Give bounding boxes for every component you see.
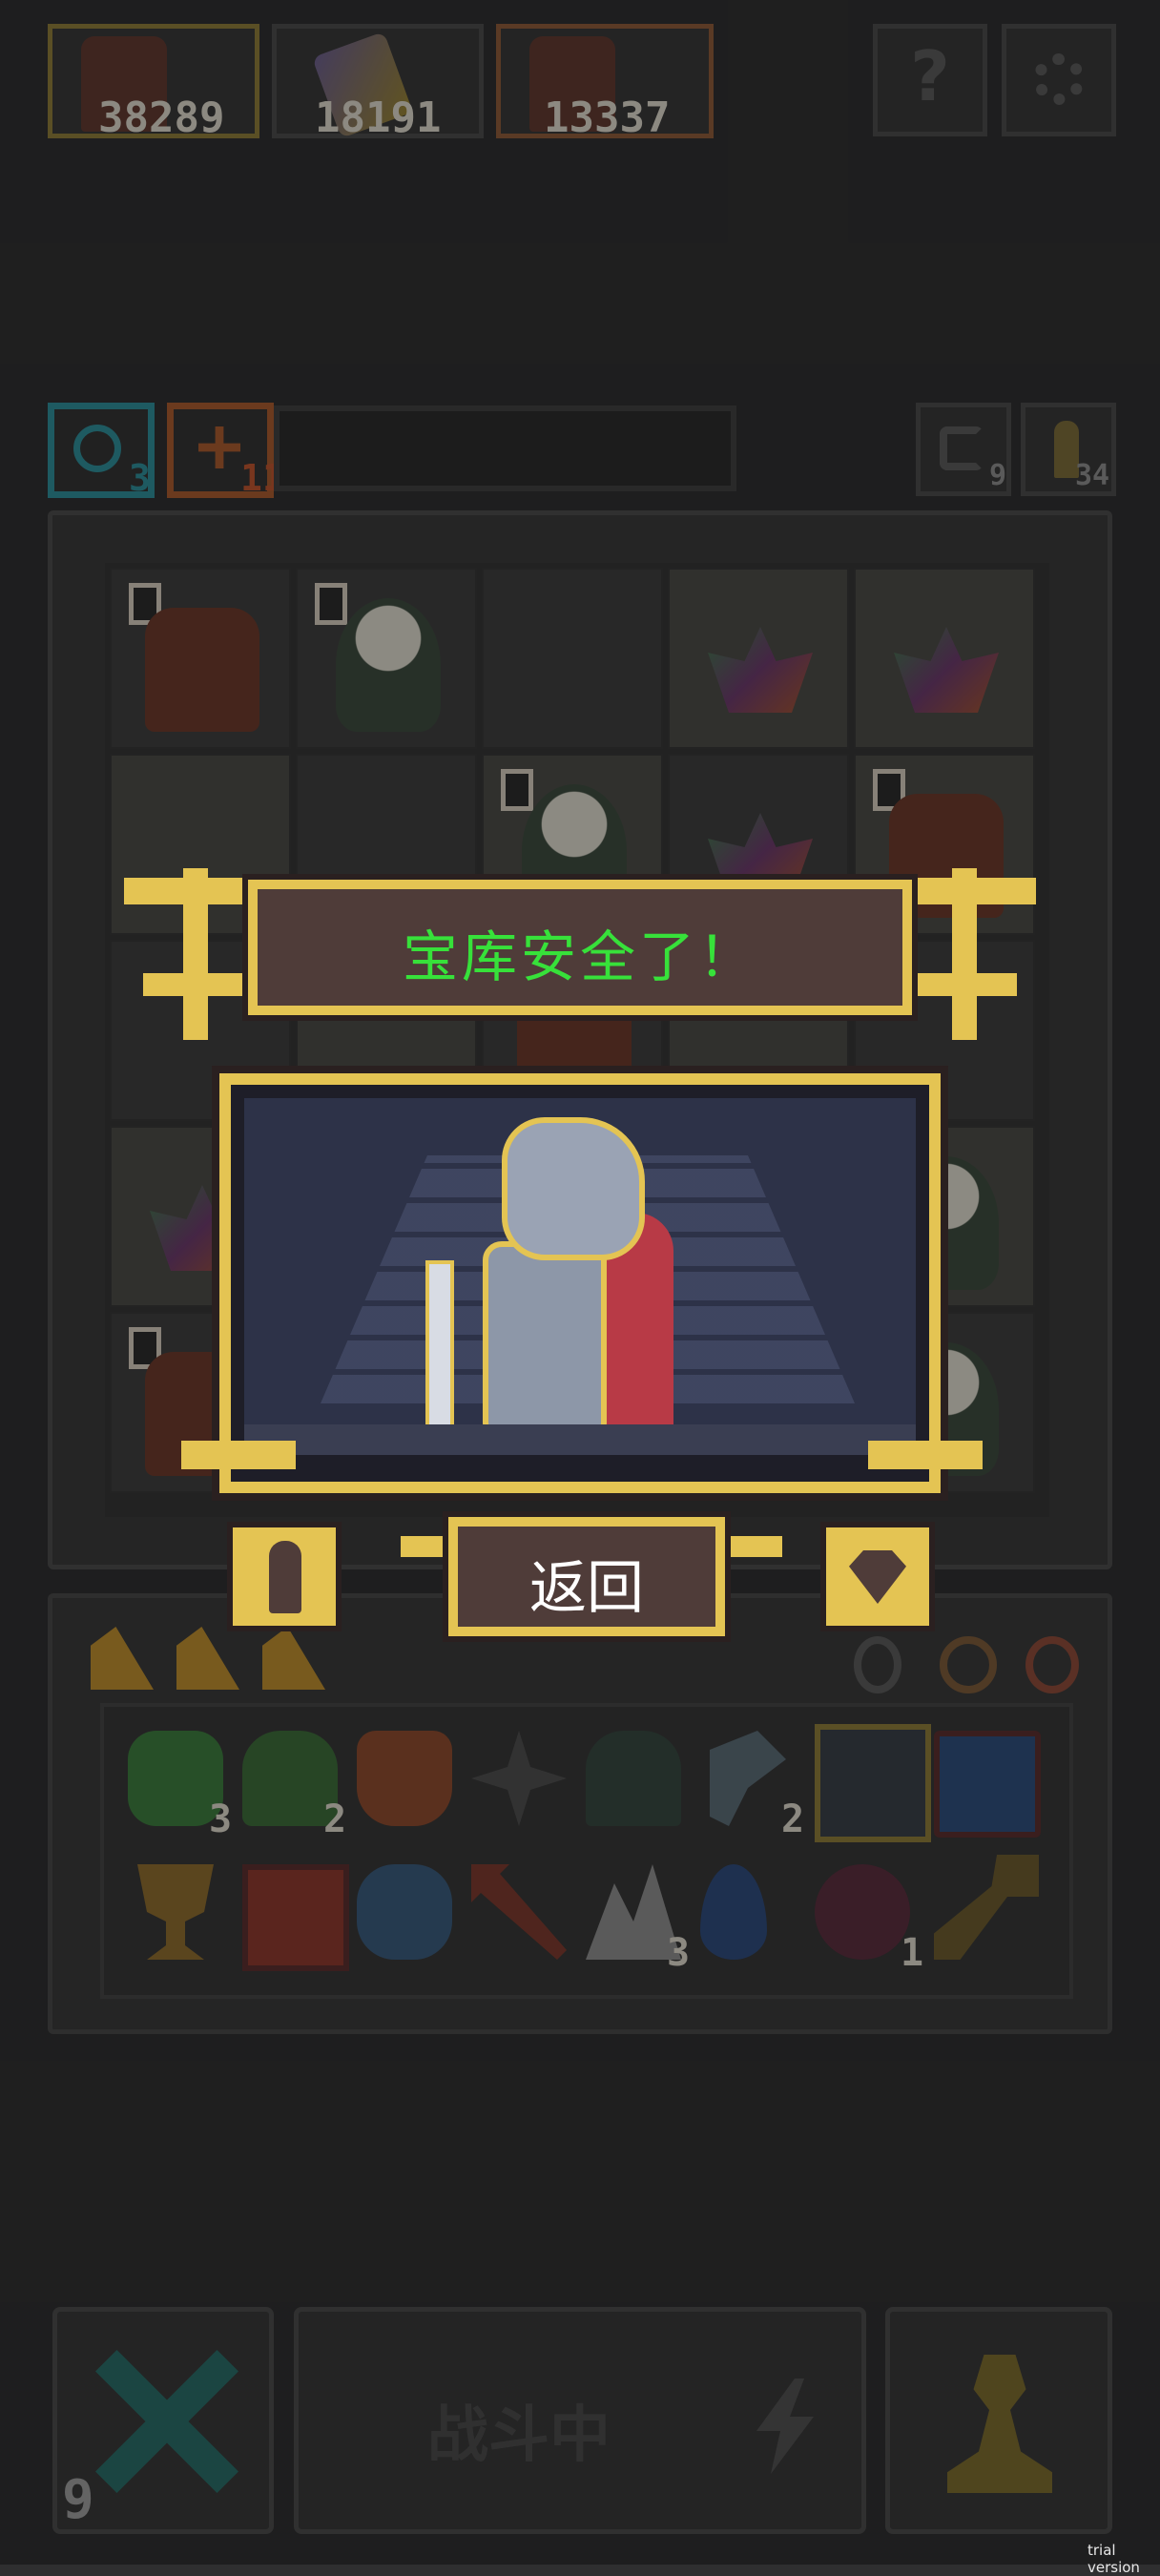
frame-base-left (181, 1441, 296, 1469)
banner-post-left (183, 868, 208, 1040)
knight-body (483, 1241, 607, 1442)
sword-icon (425, 1260, 454, 1442)
diamond-icon (849, 1550, 906, 1604)
victory-popup: 宝库安全了！ 返回 (124, 868, 1036, 1641)
dungeon-scene (244, 1098, 916, 1455)
picture-frame (219, 1073, 941, 1493)
knight-helmet (502, 1117, 645, 1260)
floor (244, 1424, 916, 1455)
back-label: 返回 (529, 1555, 644, 1622)
gem-side-button[interactable] (820, 1522, 935, 1631)
trial-watermark: trial version (1088, 2542, 1140, 2576)
pawn-icon (269, 1541, 301, 1613)
banner-post-right (952, 868, 977, 1040)
popup-title: 宝库安全了！ (402, 924, 757, 989)
back-button[interactable]: 返回 (448, 1517, 725, 1636)
title-banner: 宝库安全了！ (248, 880, 912, 1015)
frame-base-right (868, 1441, 983, 1469)
banner-rail-bottom-right (902, 973, 1017, 996)
pawn-side-button[interactable] (227, 1522, 342, 1631)
banner-rail-bottom-left (143, 973, 258, 996)
